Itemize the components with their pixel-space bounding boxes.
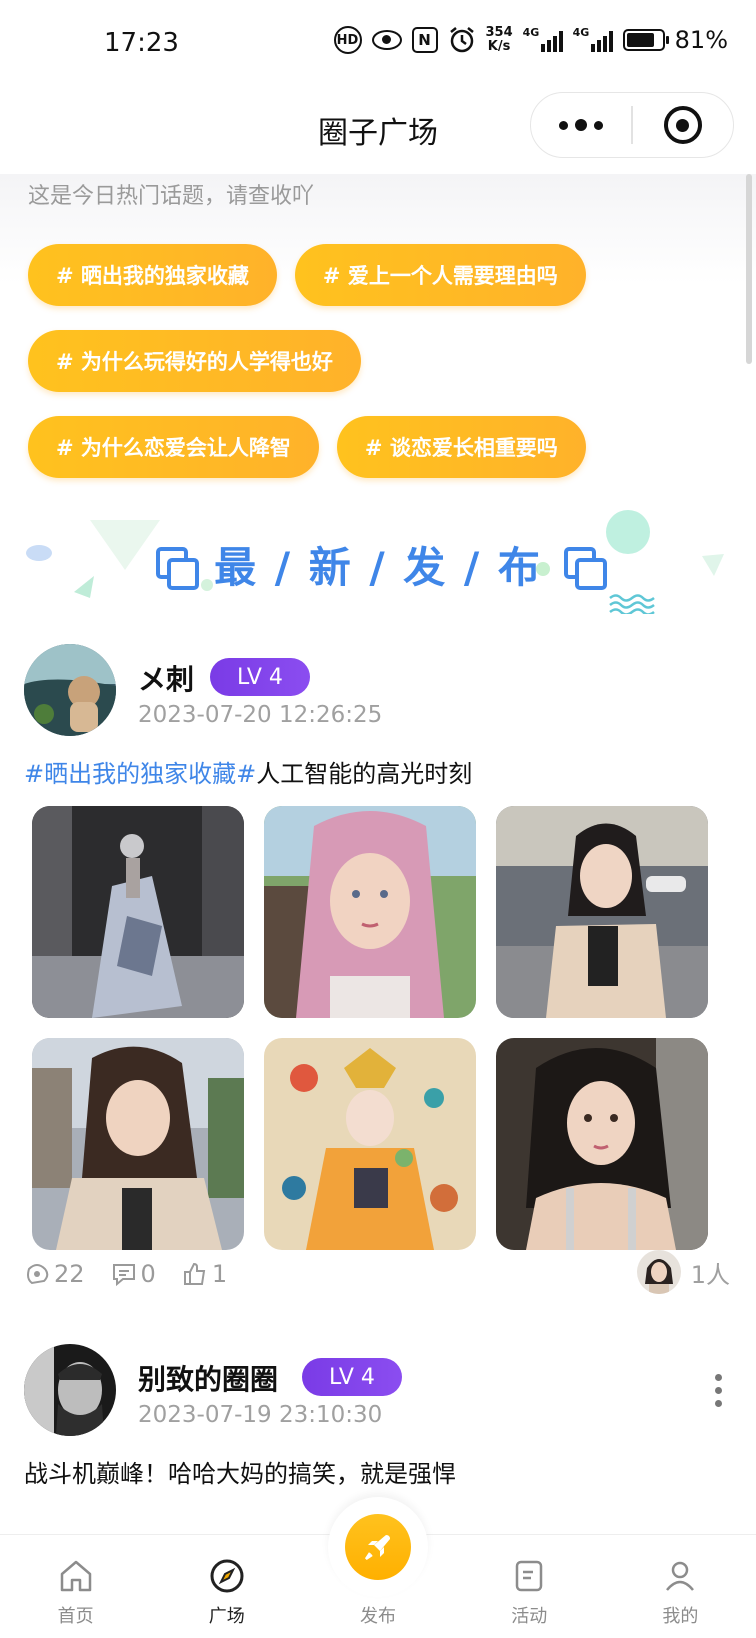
level-badge: LV 4	[210, 658, 310, 696]
views-count: 22	[54, 1260, 85, 1288]
mini-program-capsule	[530, 92, 734, 158]
rocket-icon	[364, 1535, 390, 1561]
scrollbar[interactable]	[746, 174, 752, 364]
liker-avatar	[636, 1250, 681, 1294]
topic-pill[interactable]: # 晒出我的独家收藏	[28, 244, 277, 306]
hd-icon: HD	[333, 26, 362, 54]
latest-title: 最 / 新 / 发 / 布	[214, 543, 542, 592]
tab-label: 发布	[360, 1606, 396, 1627]
battery-icon	[622, 29, 669, 51]
post-text[interactable]: 战斗机巅峰！哈哈大妈的搞笑，就是强悍	[24, 1454, 456, 1489]
post-actions: 22 0 1	[24, 1260, 227, 1288]
home-icon	[56, 1556, 96, 1596]
title-bar: 圈子广场	[0, 84, 756, 174]
close-button[interactable]	[633, 106, 733, 144]
alarm-icon	[448, 26, 476, 54]
post-username[interactable]: メ刺	[138, 658, 194, 698]
hot-topics: # 晒出我的独家收藏 # 爱上一个人需要理由吗 # 为什么玩得好的人学得也好 #…	[28, 244, 728, 502]
topic-pill[interactable]: # 谈恋爱长相重要吗	[336, 416, 586, 478]
thumbs-up-icon	[183, 1262, 205, 1285]
comment-button[interactable]: 0	[111, 1260, 156, 1288]
topic-row: # 晒出我的独家收藏 # 爱上一个人需要理由吗	[28, 244, 728, 306]
post-body: 人工智能的高光时刻	[256, 760, 473, 788]
like-button[interactable]: 1	[182, 1260, 227, 1288]
signal-label: 4G	[522, 26, 540, 39]
compass-icon	[207, 1556, 247, 1596]
topic-pill[interactable]: # 爱上一个人需要理由吗	[294, 244, 586, 306]
net-speed-unit: K/s	[487, 39, 511, 54]
views-icon	[27, 1264, 49, 1285]
post-image[interactable]	[32, 1038, 244, 1250]
post-image[interactable]	[496, 1038, 708, 1250]
tab-label: 广场	[208, 1606, 245, 1627]
topic-row: # 为什么玩得好的人学得也好	[28, 330, 728, 392]
main-content[interactable]: 这是今日热门话题，请查收吖 # 晒出我的独家收藏 # 爱上一个人需要理由吗 # …	[0, 174, 756, 1534]
latest-heading: 最 / 新 / 发 / 布	[0, 534, 756, 595]
signal-icon-2: 4G	[572, 26, 613, 52]
status-icons: HD N 354 K/s 4G 4G 81%	[333, 26, 728, 54]
post-image-grid	[32, 806, 708, 1250]
user-icon	[660, 1556, 700, 1596]
more-options-icon[interactable]	[715, 1374, 722, 1407]
nfc-icon: N	[411, 27, 438, 53]
like-count: 1	[211, 1260, 228, 1288]
topic-pill[interactable]: # 为什么玩得好的人学得也好	[28, 330, 361, 392]
post-text[interactable]: #晒出我的独家收藏#人工智能的高光时刻	[24, 754, 472, 789]
comment-icon	[112, 1264, 135, 1287]
latest-section-header: 最 / 新 / 发 / 布	[0, 510, 756, 614]
avatar[interactable]	[24, 644, 116, 736]
views-stat[interactable]: 22	[24, 1260, 85, 1288]
tab-mine[interactable]: 我的	[605, 1535, 756, 1638]
tab-home[interactable]: 首页	[0, 1535, 151, 1638]
liked-count: 1人	[690, 1260, 730, 1289]
topic-pill[interactable]: # 为什么恋爱会让人降智	[28, 416, 319, 478]
tab-bar: 首页 广场 发布 活动 我的	[0, 1497, 756, 1638]
wave-decoration	[609, 594, 655, 614]
post-time: 2023-07-19 23:10:30	[138, 1402, 383, 1428]
post-time: 2023-07-20 12:26:25	[138, 702, 383, 728]
publish-button-wrap	[328, 1497, 428, 1597]
copy-icon	[156, 546, 200, 590]
more-button[interactable]	[531, 119, 631, 131]
post-image[interactable]	[264, 1038, 476, 1250]
document-icon	[509, 1556, 549, 1596]
post-image[interactable]	[496, 806, 708, 1018]
tab-square[interactable]: 广场	[151, 1535, 302, 1638]
topic-hint: 这是今日热门话题，请查收吖	[28, 184, 315, 209]
target-icon	[663, 106, 702, 144]
post-topic-tag[interactable]: #晒出我的独家收藏#	[24, 760, 256, 788]
post-image[interactable]	[264, 806, 476, 1018]
tab-label: 我的	[662, 1606, 699, 1627]
status-bar: 17:23 HD N 354 K/s 4G 4G 81%	[0, 0, 756, 84]
tab-label: 首页	[57, 1606, 94, 1627]
signal-icon: 4G	[522, 26, 563, 52]
net-speed: 354 K/s	[486, 26, 513, 54]
comment-count: 0	[140, 1260, 156, 1288]
tab-label: 活动	[511, 1606, 548, 1627]
eye-icon	[371, 30, 402, 50]
level-badge: LV 4	[302, 1358, 402, 1396]
post-username[interactable]: 别致的圈圈	[138, 1358, 278, 1398]
copy-icon	[563, 546, 607, 590]
tab-activity[interactable]: 活动	[454, 1535, 605, 1638]
net-speed-value: 354	[485, 25, 513, 40]
signal-label-2: 4G	[572, 26, 590, 39]
avatar[interactable]	[24, 1344, 116, 1436]
battery-percent: 81%	[674, 26, 728, 54]
post-image[interactable]	[32, 806, 244, 1018]
tab-publish[interactable]: 发布	[302, 1497, 453, 1638]
topic-row: # 为什么恋爱会让人降智 # 谈恋爱长相重要吗	[28, 416, 728, 478]
publish-button[interactable]	[345, 1514, 411, 1580]
status-time: 17:23	[104, 28, 179, 58]
liked-users[interactable]: 1人	[636, 1250, 730, 1294]
